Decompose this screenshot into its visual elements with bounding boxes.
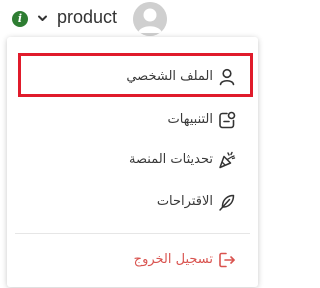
feather-icon: [219, 194, 235, 211]
menu-item-label: تحديثات المنصة: [129, 152, 213, 167]
menu-item-label: الاقتراحات: [156, 194, 213, 209]
info-icon[interactable]: i: [12, 11, 28, 27]
chevron-down-icon[interactable]: [37, 14, 48, 23]
account-dropdown-menu: الملف الشخصي التنبيهات تحديثات المنصة ال…: [7, 37, 258, 287]
menu-item-label: تسجيل الخروج: [133, 252, 213, 267]
menu-item-label: التنبيهات: [167, 112, 213, 127]
default-avatar-icon: [133, 2, 167, 36]
menu-item-logout[interactable]: تسجيل الخروج: [7, 240, 258, 280]
top-bar: i product: [0, 0, 261, 38]
menu-item-profile[interactable]: الملف الشخصي: [7, 57, 258, 97]
avatar[interactable]: [133, 2, 167, 36]
menu-item-notifications[interactable]: التنبيهات: [7, 100, 258, 140]
notification-icon: [219, 111, 236, 129]
account-name[interactable]: product: [57, 7, 117, 28]
logout-icon: [219, 252, 235, 268]
party-popper-icon: [219, 151, 236, 169]
menu-item-label: الملف الشخصي: [126, 69, 213, 84]
menu-item-platform-updates[interactable]: تحديثات المنصة: [7, 140, 258, 180]
menu-divider: [15, 233, 250, 234]
menu-item-suggestions[interactable]: الاقتراحات: [7, 182, 258, 222]
user-icon: [219, 68, 235, 86]
